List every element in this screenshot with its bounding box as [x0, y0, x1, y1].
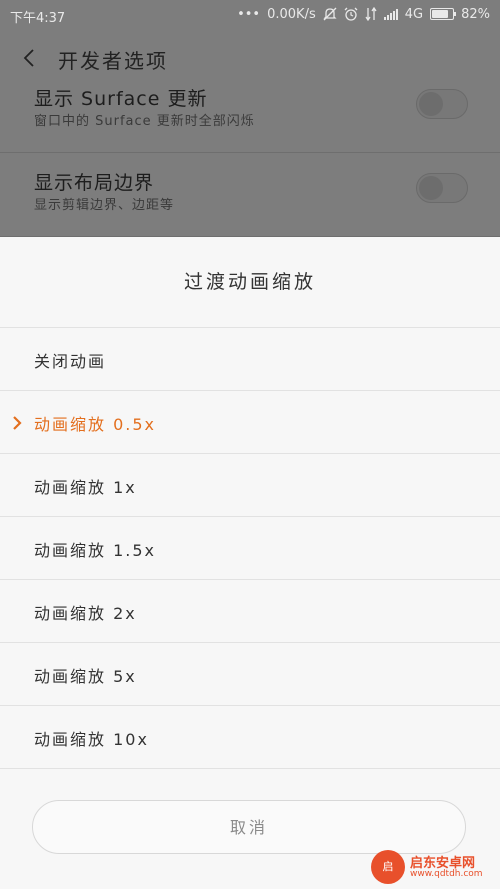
mute-icon — [323, 6, 337, 22]
setting-row-surface-updates[interactable]: 显示 Surface 更新 窗口中的 Surface 更新时全部闪烁 — [0, 82, 500, 153]
option-label: 动画缩放 1.5x — [34, 541, 157, 560]
option-0.5x[interactable]: 动画缩放 0.5x — [0, 391, 500, 454]
status-icons: ••• 0.00K/s 4G 82% — [237, 6, 490, 22]
setting-row-layout-bounds[interactable]: 显示布局边界 显示剪辑边界、边距等 — [0, 166, 500, 237]
net-speed: 0.00K/s — [267, 6, 316, 22]
status-time: 下午4:37 — [10, 11, 66, 26]
network-type: 4G — [404, 6, 424, 22]
data-icon — [365, 6, 377, 22]
toggle-switch[interactable] — [416, 173, 468, 203]
option-label: 动画缩放 2x — [34, 604, 137, 623]
signal-icon — [383, 8, 398, 20]
status-bar: 下午4:37 ••• 0.00K/s 4G 82% — [0, 0, 500, 30]
chevron-right-icon — [12, 415, 22, 430]
option-off[interactable]: 关闭动画 — [0, 328, 500, 391]
page-title: 开发者选项 — [58, 49, 168, 73]
watermark-url: www.qdtdh.com — [410, 869, 483, 879]
battery-percent: 82% — [461, 6, 490, 22]
setting-subtitle: 显示剪辑边界、边距等 — [34, 198, 175, 213]
toggle-switch[interactable] — [416, 89, 468, 119]
option-1x[interactable]: 动画缩放 1x — [0, 454, 500, 517]
option-label: 动画缩放 0.5x — [34, 415, 157, 434]
option-5x[interactable]: 动画缩放 5x — [0, 643, 500, 706]
chevron-left-icon[interactable] — [18, 46, 42, 70]
option-label: 动画缩放 1x — [34, 478, 137, 497]
setting-title: 显示布局边界 — [34, 172, 155, 194]
title-bar: 开发者选项 — [0, 30, 500, 88]
option-label: 动画缩放 5x — [34, 667, 137, 686]
option-label: 关闭动画 — [34, 352, 107, 371]
toggle-knob — [419, 176, 443, 200]
option-1.5x[interactable]: 动画缩放 1.5x — [0, 517, 500, 580]
status-dots: ••• — [237, 6, 261, 22]
toggle-knob — [419, 92, 443, 116]
battery-icon — [430, 8, 457, 20]
animation-scale-dialog: 过渡动画缩放 关闭动画 动画缩放 0.5x 动画缩放 1x 动画缩放 1.5x … — [0, 237, 500, 889]
setting-title: 显示 Surface 更新 — [34, 88, 208, 110]
setting-subtitle: 窗口中的 Surface 更新时全部闪烁 — [34, 114, 255, 129]
alarm-icon — [344, 6, 358, 22]
cancel-button[interactable]: 取消 — [32, 800, 466, 854]
option-10x[interactable]: 动画缩放 10x — [0, 706, 500, 769]
option-label: 动画缩放 10x — [34, 730, 149, 749]
screen: 下午4:37 ••• 0.00K/s 4G 82% 开发者选项 显示 Surfa… — [0, 0, 500, 889]
watermark-logo: 启 — [371, 850, 405, 884]
settings-list: 显示 Surface 更新 窗口中的 Surface 更新时全部闪烁 显示布局边… — [0, 82, 500, 237]
option-2x[interactable]: 动画缩放 2x — [0, 580, 500, 643]
dialog-title: 过渡动画缩放 — [0, 237, 500, 328]
